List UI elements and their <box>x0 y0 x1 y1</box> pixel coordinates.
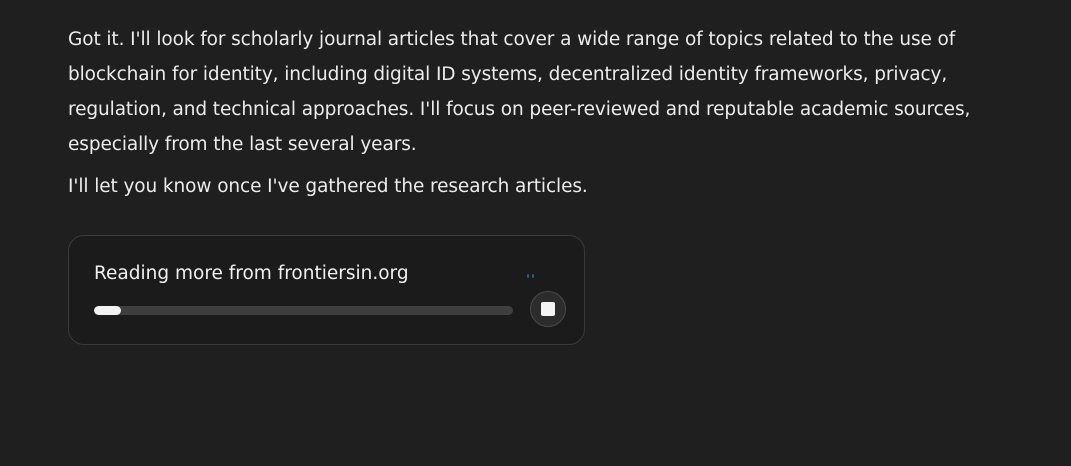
message-paragraph: Got it. I'll look for scholarly journal … <box>68 29 971 155</box>
assistant-message: Got it. I'll look for scholarly journal … <box>68 22 1043 204</box>
status-text: Reading more from frontiersin.org <box>94 263 409 284</box>
stop-icon <box>541 302 555 316</box>
progress-bar-fill <box>94 306 122 315</box>
message-paragraph: I'll let you know once I've gathered the… <box>68 176 588 197</box>
loading-indicator <box>505 272 545 278</box>
stop-button[interactable] <box>530 291 566 327</box>
loading-dot <box>527 274 529 278</box>
loading-dot <box>532 274 534 278</box>
research-status-card: Reading more from frontiersin.org <box>68 235 585 345</box>
progress-bar <box>94 306 513 315</box>
